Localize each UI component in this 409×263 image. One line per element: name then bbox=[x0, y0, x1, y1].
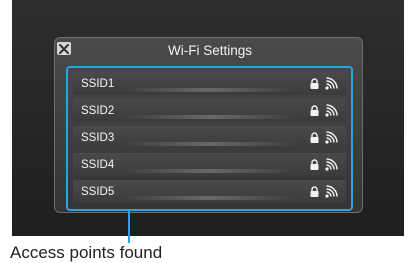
wifi-signal-icon bbox=[325, 104, 338, 117]
ssid-label: SSID1 bbox=[81, 77, 115, 90]
close-icon bbox=[59, 43, 69, 54]
close-button[interactable] bbox=[57, 42, 71, 55]
access-point-list: SSID1 SSID2 SSID3 SSID4 SSID5 bbox=[66, 66, 353, 211]
lock-icon bbox=[310, 78, 319, 89]
ssid-label: SSID5 bbox=[81, 185, 115, 198]
wifi-signal-icon bbox=[325, 185, 338, 198]
ssid-label: SSID3 bbox=[81, 131, 115, 144]
access-point-row[interactable]: SSID4 bbox=[73, 153, 346, 176]
ssid-label: SSID4 bbox=[81, 158, 115, 171]
access-point-row[interactable]: SSID1 bbox=[73, 72, 346, 95]
access-point-row[interactable]: SSID2 bbox=[73, 99, 346, 122]
lock-icon bbox=[310, 186, 319, 197]
wifi-signal-icon bbox=[325, 77, 338, 90]
access-point-row[interactable]: SSID3 bbox=[73, 126, 346, 149]
ssid-label: SSID2 bbox=[81, 104, 115, 117]
lock-icon bbox=[310, 132, 319, 143]
access-point-row[interactable]: SSID5 bbox=[73, 180, 346, 203]
annotation-caption: Access points found bbox=[10, 243, 163, 262]
lock-icon bbox=[310, 105, 319, 116]
wifi-signal-icon bbox=[325, 131, 338, 144]
wifi-signal-icon bbox=[325, 158, 338, 171]
lock-icon bbox=[310, 159, 319, 170]
callout-line bbox=[128, 211, 130, 243]
dialog-title: Wi-Fi Settings bbox=[167, 43, 252, 58]
